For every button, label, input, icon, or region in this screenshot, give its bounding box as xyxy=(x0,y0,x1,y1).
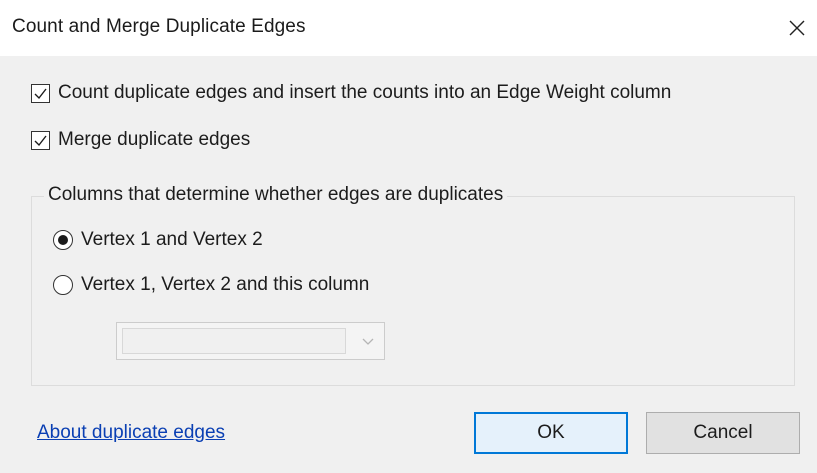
checkmark-icon xyxy=(34,135,47,146)
vertex12-option[interactable]: Vertex 1 and Vertex 2 xyxy=(53,229,263,251)
close-button[interactable] xyxy=(777,8,817,48)
title-bar: Count and Merge Duplicate Edges xyxy=(0,0,817,56)
column-select-value xyxy=(122,328,346,354)
this-column-option[interactable]: Vertex 1, Vertex 2 and this column xyxy=(53,274,369,296)
dialog: Count and Merge Duplicate Edges Count du… xyxy=(0,0,817,473)
vertex12-label: Vertex 1 and Vertex 2 xyxy=(81,229,263,250)
about-duplicate-edges-link[interactable]: About duplicate edges xyxy=(37,422,225,444)
column-select[interactable] xyxy=(116,322,385,360)
chevron-down-icon xyxy=(362,338,374,345)
dialog-title: Count and Merge Duplicate Edges xyxy=(12,16,306,37)
checkmark-icon xyxy=(34,88,47,99)
merge-duplicates-label: Merge duplicate edges xyxy=(58,129,251,150)
count-duplicates-checkbox[interactable] xyxy=(31,83,50,103)
dialog-body: Count duplicate edges and insert the cou… xyxy=(0,56,817,473)
count-duplicates-option[interactable]: Count duplicate edges and insert the cou… xyxy=(31,82,671,104)
merge-duplicates-option[interactable]: Merge duplicate edges xyxy=(31,129,250,151)
group-legend: Columns that determine whether edges are… xyxy=(44,184,508,206)
cancel-button[interactable]: Cancel xyxy=(646,412,800,454)
this-column-label: Vertex 1, Vertex 2 and this column xyxy=(81,274,370,295)
close-icon xyxy=(789,20,805,36)
radio-selected-dot xyxy=(58,235,68,245)
count-duplicates-label: Count duplicate edges and insert the cou… xyxy=(58,82,672,103)
this-column-radio[interactable] xyxy=(53,275,73,295)
vertex12-radio[interactable] xyxy=(53,230,73,250)
ok-button[interactable]: OK xyxy=(474,412,628,454)
duplicate-columns-group: Columns that determine whether edges are… xyxy=(31,184,795,386)
merge-duplicates-checkbox[interactable] xyxy=(31,130,50,150)
